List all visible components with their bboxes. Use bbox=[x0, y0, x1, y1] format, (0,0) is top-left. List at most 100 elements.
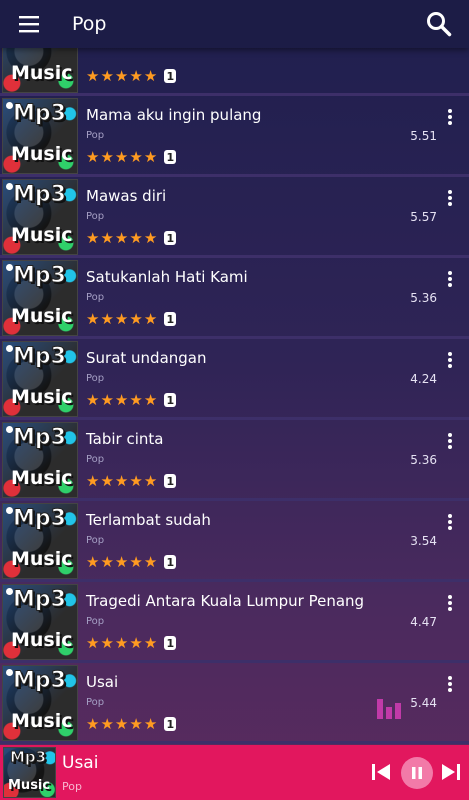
star-icon: ★ bbox=[100, 229, 114, 247]
song-row[interactable]: Mp3 Music Satukanlah Hati Kami Pop 5.36 ★ ★ ★ ★ ★… bbox=[0, 258, 469, 339]
song-genre: Pop bbox=[86, 373, 105, 384]
more-options-button[interactable] bbox=[441, 268, 459, 290]
star-icon: ★ bbox=[100, 148, 114, 166]
song-genre: Pop bbox=[86, 454, 105, 465]
song-genre: Pop bbox=[86, 535, 105, 546]
song-list[interactable]: Mp3Music★★★★★1Mp3MusicMama aku ingin pul… bbox=[0, 48, 469, 745]
star-icon: ★ bbox=[143, 310, 158, 328]
star-icon: ★ bbox=[100, 67, 114, 85]
album-art: Mp3Music bbox=[2, 422, 78, 498]
more-options-button[interactable] bbox=[441, 592, 459, 614]
star-icon: ★ bbox=[129, 715, 143, 733]
badge-dot bbox=[6, 102, 13, 109]
star-icon: ★ bbox=[86, 67, 100, 85]
more-vert-icon bbox=[448, 109, 452, 113]
rating: ★ ★ ★ ★ ★ 1 bbox=[86, 553, 177, 571]
star-icon: ★ bbox=[114, 553, 129, 571]
equalizer-icon bbox=[377, 697, 407, 719]
more-vert-icon bbox=[448, 514, 452, 518]
star-icon: ★ bbox=[114, 472, 129, 490]
star-icon: ★ bbox=[129, 634, 143, 652]
page-title: Pop bbox=[72, 13, 107, 35]
rating-count: 1 bbox=[164, 474, 177, 488]
star-icon: ★ bbox=[100, 634, 114, 652]
song-duration: 4.24 bbox=[410, 372, 437, 386]
song-row[interactable]: Mp3 Music Terlambat sudah Pop 3.54 ★ ★ ★ ★ ★ 1 bbox=[0, 501, 469, 582]
song-title: Satukanlah Hati Kami bbox=[86, 268, 248, 286]
rating-count: 1 bbox=[164, 555, 177, 569]
star-icon: ★ bbox=[129, 472, 143, 490]
star-icon: ★ bbox=[100, 715, 114, 733]
star-icon: ★ bbox=[129, 310, 143, 328]
album-art: Mp3Music bbox=[2, 665, 78, 741]
star-icon: ★ bbox=[86, 391, 100, 409]
song-row[interactable]: Mp3 Music Mawas diri Pop 5.57 ★ ★ ★ ★ ★ 1 bbox=[0, 177, 469, 258]
badge-dot bbox=[6, 669, 13, 676]
song-row[interactable]: Mp3Music★★★★★1 bbox=[0, 48, 469, 96]
star-icon: ★ bbox=[86, 310, 100, 328]
more-options-button[interactable] bbox=[441, 187, 459, 209]
more-options-button[interactable] bbox=[441, 349, 459, 371]
rating-count: 1 bbox=[164, 393, 177, 407]
song-title: Surat undangan bbox=[86, 349, 207, 367]
star-icon: ★ bbox=[86, 634, 100, 652]
star-icon: ★ bbox=[114, 391, 129, 409]
song-genre: Pop bbox=[86, 211, 105, 222]
star-icon: ★ bbox=[143, 715, 158, 733]
star-icon: ★ bbox=[143, 67, 158, 85]
rating: ★ ★ ★ ★ ★ 1 bbox=[86, 148, 177, 166]
song-duration: 5.36 bbox=[410, 291, 437, 305]
rating: ★ ★ ★ ★ ★ 1 bbox=[86, 310, 177, 328]
song-duration: 4.47 bbox=[410, 615, 437, 629]
album-art: Mp3Music bbox=[2, 98, 78, 174]
hamburger-menu-icon bbox=[19, 16, 39, 33]
search-icon bbox=[427, 12, 452, 37]
menu-button[interactable] bbox=[0, 0, 60, 48]
star-icon: ★ bbox=[100, 553, 114, 571]
song-row[interactable]: Mp3 Music Usai Pop 5.44 ★ ★ ★ ★ ★ 1 bbox=[0, 663, 469, 744]
more-options-button[interactable] bbox=[441, 430, 459, 452]
rating-count: 1 bbox=[164, 636, 177, 650]
rating-count: 1 bbox=[164, 717, 177, 731]
song-row[interactable]: Mp3 Music Tragedi Antara Kuala Lumpur Pena… bbox=[0, 582, 469, 663]
more-options-button[interactable] bbox=[441, 673, 459, 695]
app-bar: Pop bbox=[0, 0, 469, 48]
song-duration: 5.57 bbox=[410, 210, 437, 224]
star-icon: ★ bbox=[114, 229, 129, 247]
more-options-button[interactable] bbox=[441, 106, 459, 128]
star-icon: ★ bbox=[129, 148, 143, 166]
badge-dot bbox=[6, 183, 13, 190]
mini-player[interactable]: Mp3 Music Usai Pop bbox=[0, 745, 469, 800]
rating-count: 1 bbox=[164, 312, 177, 326]
star-icon: ★ bbox=[114, 634, 129, 652]
song-duration: 5.36 bbox=[410, 453, 437, 467]
star-icon: ★ bbox=[143, 229, 158, 247]
more-options-button[interactable] bbox=[441, 511, 459, 533]
album-art: Mp3Music bbox=[2, 584, 78, 660]
rating: ★ ★ ★ ★ ★ 1 bbox=[86, 229, 177, 247]
star-icon: ★ bbox=[114, 67, 129, 85]
song-row[interactable]: Mp3 Music Tabir cinta Pop 5.36 ★ ★ ★ ★ ★ 1 bbox=[0, 420, 469, 501]
badge-dot bbox=[6, 345, 13, 352]
star-icon: ★ bbox=[86, 472, 100, 490]
song-duration: 3.54 bbox=[410, 534, 437, 548]
star-icon: ★ bbox=[86, 229, 100, 247]
badge-dot bbox=[6, 507, 13, 514]
song-title: Tabir cinta bbox=[86, 430, 164, 448]
song-title: Mawas diri bbox=[86, 187, 167, 205]
star-icon: ★ bbox=[129, 67, 143, 85]
star-icon: ★ bbox=[114, 310, 129, 328]
song-row[interactable]: Mp3 Music Mama aku ingin pulang Pop 5.51 ★ ★ ★ ★… bbox=[0, 96, 469, 177]
star-icon: ★ bbox=[143, 553, 158, 571]
more-vert-icon bbox=[448, 190, 452, 194]
next-button[interactable] bbox=[440, 761, 462, 783]
song-title: Usai bbox=[86, 673, 119, 691]
star-icon: ★ bbox=[86, 148, 100, 166]
previous-button[interactable] bbox=[370, 761, 392, 783]
star-icon: ★ bbox=[100, 472, 114, 490]
album-art: Mp3 Music bbox=[3, 747, 56, 798]
song-row[interactable]: Mp3 Music Surat undangan Pop 4.24 ★ ★ ★ ★ ★ 1 bbox=[0, 339, 469, 420]
album-art: Mp3Music bbox=[2, 48, 78, 93]
pause-button[interactable] bbox=[401, 757, 433, 789]
search-button[interactable] bbox=[409, 0, 469, 48]
